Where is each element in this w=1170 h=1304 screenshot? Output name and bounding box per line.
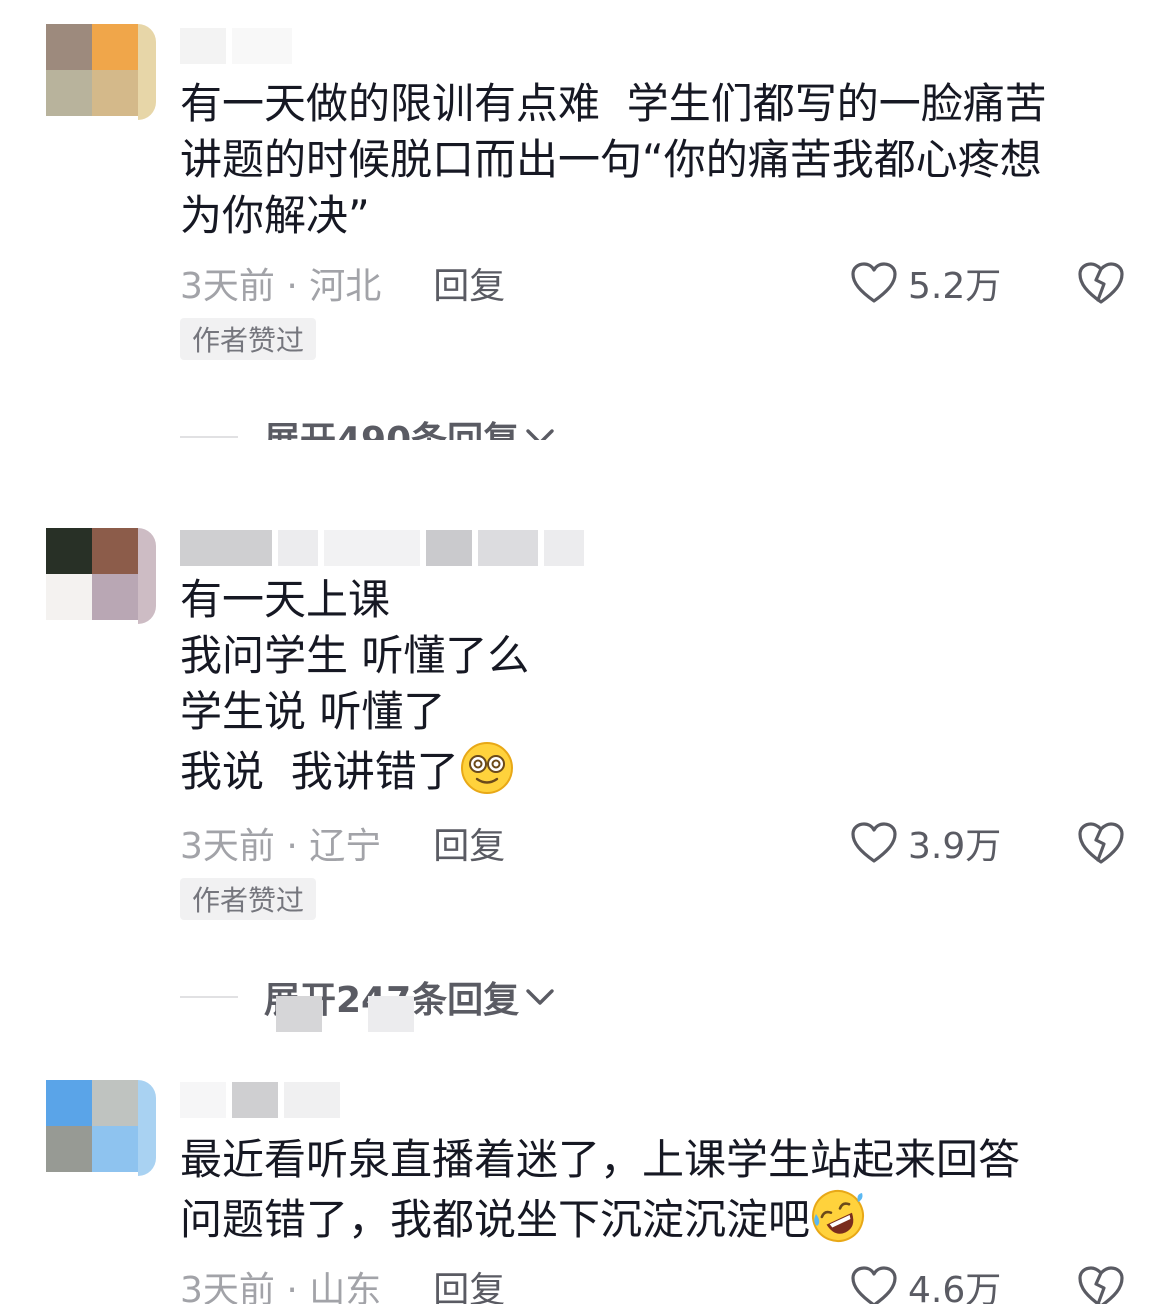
comment-text-content: 最近看听泉直播着迷了，上课学生站起来回答 问题错了，我都说坐下沉淀沉淀吧 bbox=[180, 1135, 1021, 1244]
comment-meta: 3天前 · 河北 回复 bbox=[180, 258, 505, 308]
like-count: 5.2万 bbox=[908, 266, 1002, 307]
comment-text: 有一天做的限训有点难 学生们都写的一脸痛苦 讲题的时候脱口而出一句“你的痛苦我都… bbox=[180, 79, 1047, 240]
like-button[interactable]: 3.9万 bbox=[850, 818, 1001, 868]
heart-outline-icon bbox=[851, 262, 897, 303]
reply-button[interactable]: 回复 bbox=[433, 257, 505, 309]
like-count: 3.9万 bbox=[908, 826, 1002, 867]
like-button[interactable]: 5.2万 bbox=[850, 258, 1001, 308]
divider bbox=[180, 996, 238, 998]
dislike-button[interactable] bbox=[1076, 818, 1126, 868]
rofl-emoji bbox=[812, 1190, 865, 1242]
redaction-block bbox=[368, 996, 414, 1032]
reply-button[interactable]: 回复 bbox=[433, 1261, 505, 1304]
author-liked-badge: 作者赞过 bbox=[180, 318, 317, 360]
comment-meta: 3天前 · 山东 回复 bbox=[180, 1262, 505, 1304]
divider bbox=[180, 436, 238, 438]
dislike-button[interactable] bbox=[1076, 258, 1126, 308]
reply-button[interactable]: 回复 bbox=[433, 817, 505, 869]
time-location: 3天前 · 河北 bbox=[180, 266, 382, 307]
heart-outline-icon bbox=[851, 1266, 897, 1304]
author-liked-badge: 作者赞过 bbox=[180, 878, 317, 920]
username-redacted[interactable] bbox=[180, 528, 584, 568]
avatar[interactable] bbox=[46, 24, 156, 120]
avatar[interactable] bbox=[46, 528, 156, 624]
dizzy-eyes-emoji bbox=[460, 742, 513, 794]
comment-text: 有一天上课 我问学生 听懂了么 学生说 听懂了 我说 我讲错了 bbox=[180, 572, 1130, 800]
heart-outline-icon bbox=[851, 822, 897, 863]
dislike-button[interactable] bbox=[1076, 1262, 1126, 1304]
time-location: 3天前 · 辽宁 bbox=[180, 826, 382, 867]
redaction-block bbox=[276, 996, 322, 1032]
like-button[interactable]: 4.6万 bbox=[850, 1262, 1001, 1304]
like-count: 4.6万 bbox=[908, 1270, 1002, 1304]
broken-heart-icon bbox=[1078, 262, 1124, 304]
broken-heart-icon bbox=[1078, 1266, 1124, 1304]
comment-meta: 3天前 · 辽宁 回复 bbox=[180, 818, 505, 868]
avatar[interactable] bbox=[46, 1080, 156, 1176]
broken-heart-icon bbox=[1078, 822, 1124, 864]
username-redacted[interactable] bbox=[180, 1080, 340, 1120]
time-location: 3天前 · 山东 bbox=[180, 1270, 382, 1304]
chevron-down-icon bbox=[526, 989, 554, 1005]
comment-text: 最近看听泉直播着迷了，上课学生站起来回答 问题错了，我都说坐下沉淀沉淀吧 bbox=[180, 1132, 1130, 1248]
username-redacted[interactable] bbox=[180, 26, 292, 66]
